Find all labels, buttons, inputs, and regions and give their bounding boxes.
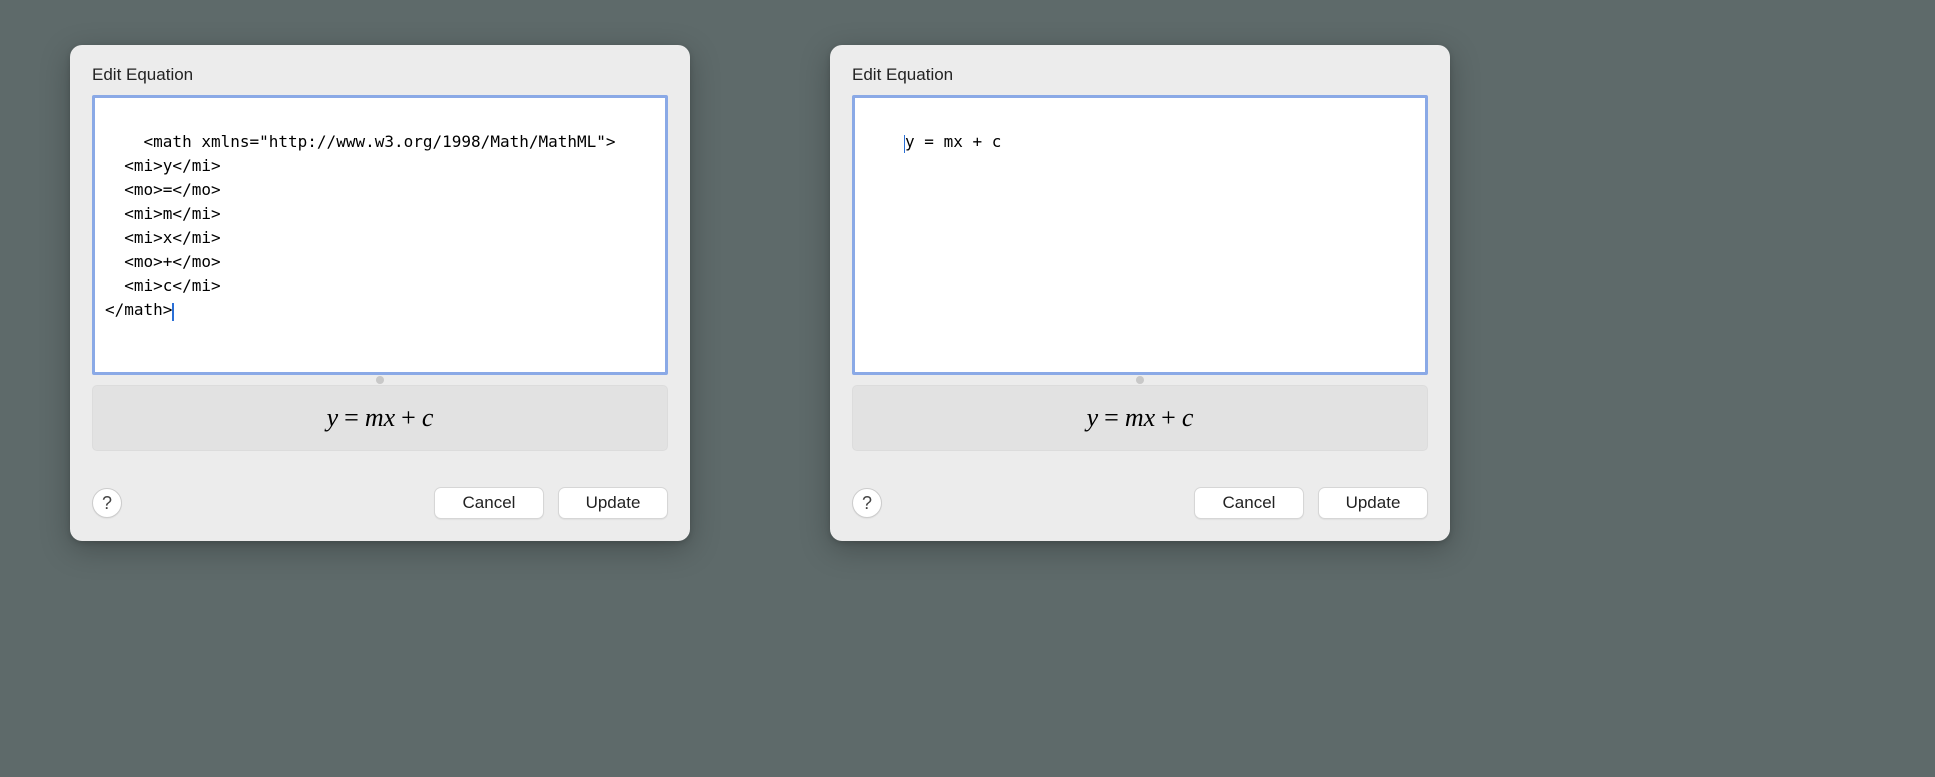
grip-icon bbox=[1136, 376, 1144, 384]
button-row: Cancel Update bbox=[434, 487, 668, 519]
edit-equation-dialog: Edit Equation <math xmlns="http://www.w3… bbox=[70, 45, 690, 541]
editor-text: <math xmlns="http://www.w3.org/1998/Math… bbox=[105, 132, 616, 319]
dialog-title: Edit Equation bbox=[852, 65, 1428, 85]
preview-term-m: m bbox=[1125, 403, 1144, 433]
preview-tail: c bbox=[1182, 403, 1194, 433]
cancel-button[interactable]: Cancel bbox=[434, 487, 544, 519]
help-button[interactable]: ? bbox=[852, 488, 882, 518]
dialog-title: Edit Equation bbox=[92, 65, 668, 85]
update-button[interactable]: Update bbox=[558, 487, 668, 519]
equation-preview: y = mx + c bbox=[852, 385, 1428, 451]
equation-source-editor[interactable]: y = mx + c bbox=[852, 95, 1428, 375]
preview-lhs: y bbox=[1087, 403, 1099, 433]
button-row: Cancel Update bbox=[1194, 487, 1428, 519]
preview-term-m: m bbox=[365, 403, 384, 433]
text-cursor bbox=[172, 303, 174, 321]
equation-source-editor[interactable]: <math xmlns="http://www.w3.org/1998/Math… bbox=[92, 95, 668, 375]
preview-term-x: x bbox=[1144, 403, 1156, 433]
preview-plus: + bbox=[1161, 403, 1176, 433]
update-button[interactable]: Update bbox=[1318, 487, 1428, 519]
preview-eq: = bbox=[344, 403, 359, 433]
dialog-footer: ? Cancel Update bbox=[852, 487, 1428, 519]
text-cursor bbox=[904, 135, 906, 153]
question-mark-icon: ? bbox=[102, 493, 112, 514]
resize-handle[interactable] bbox=[852, 375, 1428, 385]
cancel-button[interactable]: Cancel bbox=[1194, 487, 1304, 519]
editor-text: y = mx + c bbox=[905, 132, 1001, 151]
dialog-footer: ? Cancel Update bbox=[92, 487, 668, 519]
preview-lhs: y bbox=[327, 403, 339, 433]
grip-icon bbox=[376, 376, 384, 384]
help-button[interactable]: ? bbox=[92, 488, 122, 518]
resize-handle[interactable] bbox=[92, 375, 668, 385]
preview-plus: + bbox=[401, 403, 416, 433]
equation-preview: y = mx + c bbox=[92, 385, 668, 451]
preview-tail: c bbox=[422, 403, 434, 433]
question-mark-icon: ? bbox=[862, 493, 872, 514]
preview-eq: = bbox=[1104, 403, 1119, 433]
preview-term-x: x bbox=[384, 403, 396, 433]
edit-equation-dialog: Edit Equation y = mx + c y = mx + c ? Ca… bbox=[830, 45, 1450, 541]
